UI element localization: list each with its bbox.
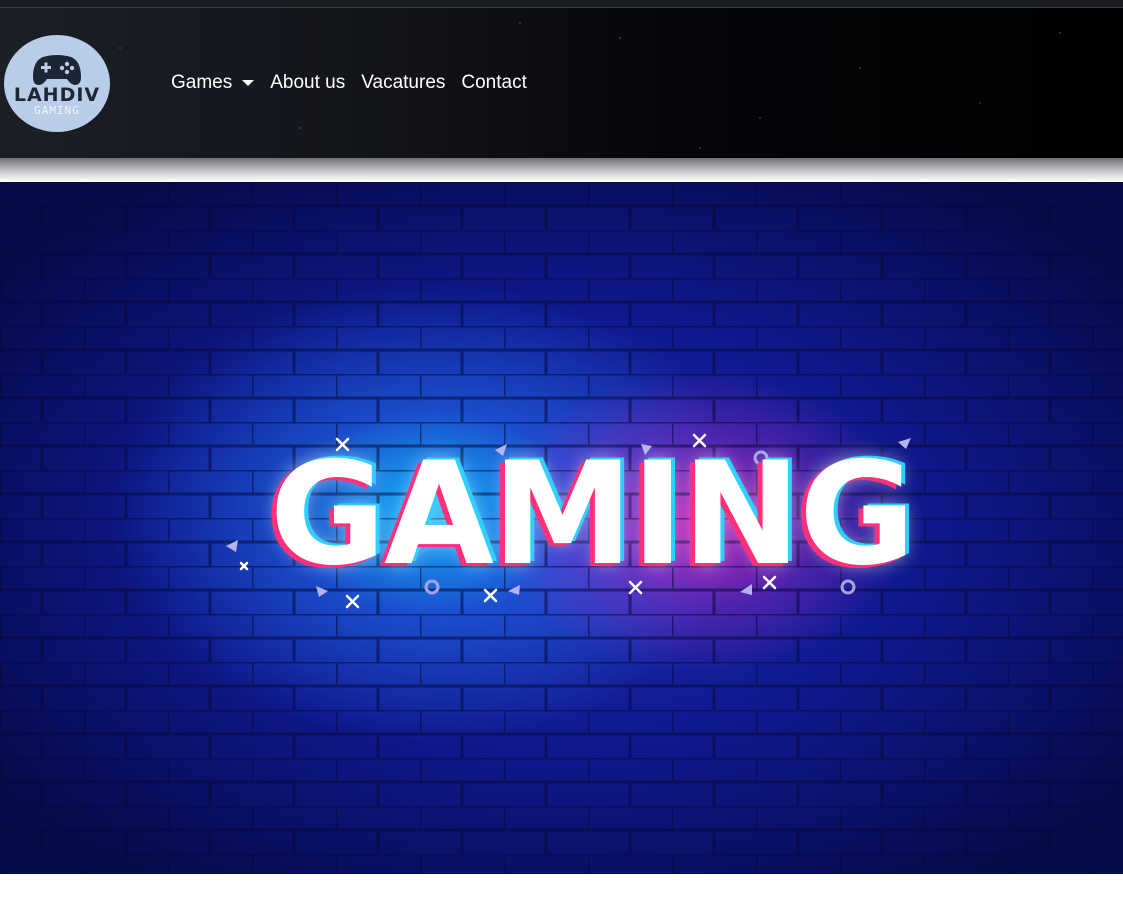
nav-item-about-us[interactable]: About us bbox=[270, 72, 345, 94]
header-shadow bbox=[0, 158, 1123, 182]
hero-headline: GAMING bbox=[269, 432, 916, 597]
browser-top-edge bbox=[0, 0, 1123, 8]
nav-item-games[interactable]: Games bbox=[171, 72, 255, 94]
main-nav: Games About us Vacatures Contact bbox=[171, 72, 527, 94]
nav-item-vacatures-label: Vacatures bbox=[361, 72, 446, 93]
nav-item-vacatures[interactable]: Vacatures bbox=[361, 72, 445, 94]
logo-subtitle: GAMING bbox=[34, 103, 80, 117]
caret-down-icon bbox=[242, 80, 255, 86]
logo-title: LAHDIV bbox=[13, 83, 101, 106]
nav-item-contact[interactable]: Contact bbox=[461, 72, 526, 94]
site-header: LAHDIV GAMING Games About us Vacatures C… bbox=[0, 8, 1123, 158]
nav-item-contact-label: Contact bbox=[461, 72, 527, 93]
site-logo[interactable]: LAHDIV GAMING bbox=[4, 35, 110, 132]
deco-cross bbox=[345, 594, 360, 609]
hero-banner: GAMING bbox=[0, 182, 1123, 874]
nav-item-games-label: Games bbox=[171, 72, 233, 93]
nav-item-about-us-label: About us bbox=[270, 72, 346, 93]
gamepad-icon bbox=[33, 54, 81, 85]
